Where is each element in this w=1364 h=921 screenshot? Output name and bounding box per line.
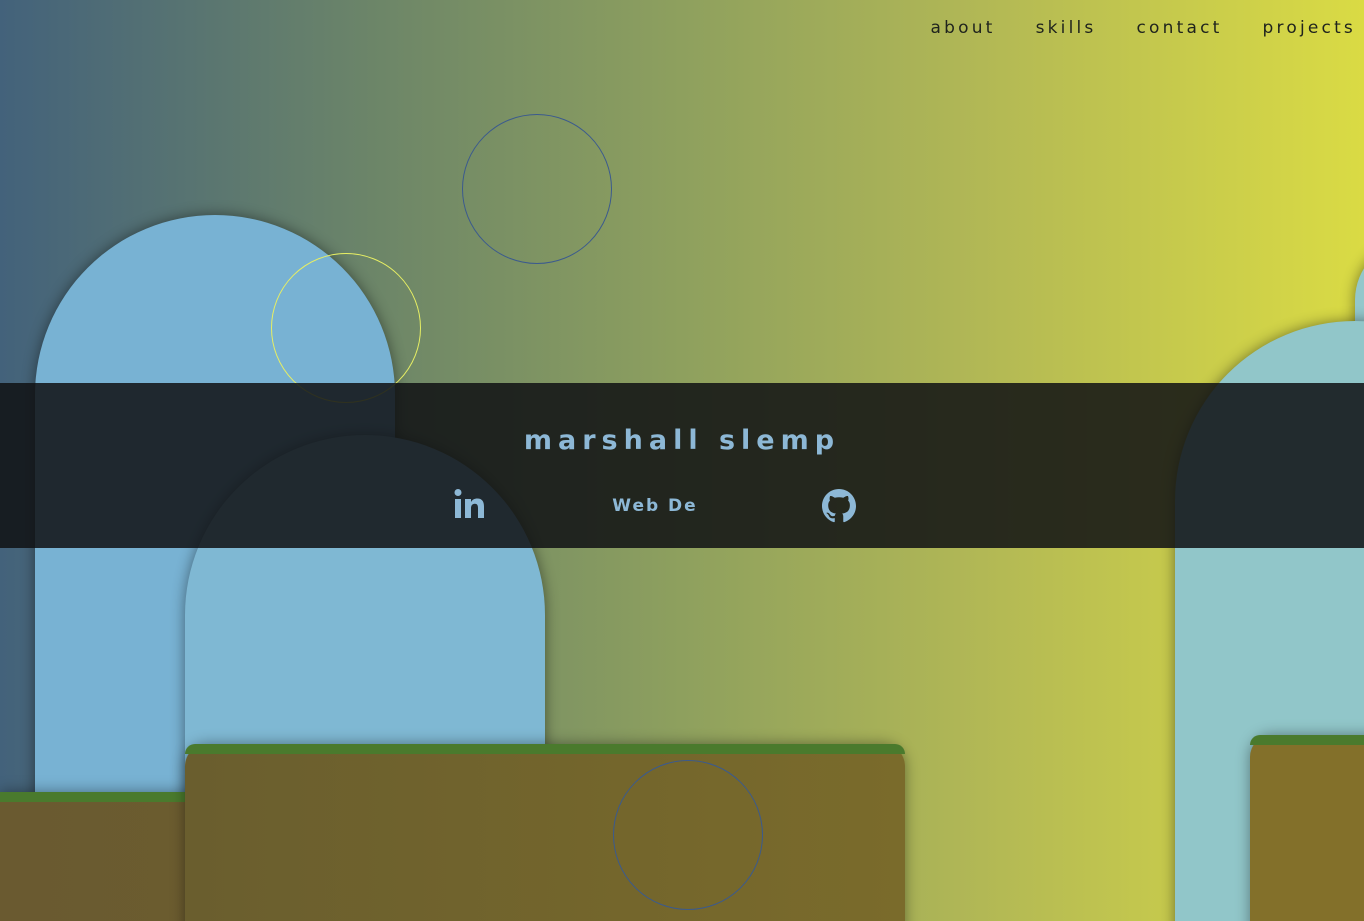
nav-contact[interactable]: contact [1137,14,1223,42]
linkedin-icon [454,489,484,518]
main-nav: about skills contact projects [891,14,1357,42]
linkedin-link[interactable] [452,487,486,521]
hero-banner: marshall slemp Web De [0,383,1364,548]
github-link[interactable] [822,489,856,523]
decorative-circle-top [462,114,612,264]
site-title: marshall slemp [523,425,841,456]
ground-block-middle [185,744,905,921]
ground-block-right [1250,735,1364,921]
decorative-circle-bottom [613,760,763,910]
nav-projects[interactable]: projects [1263,14,1356,42]
hero-subtitle: Web De [612,496,698,516]
page-background: about skills contact projects marshall s… [0,0,1364,921]
decorative-circle-yellow [271,253,421,403]
nav-skills[interactable]: skills [1036,14,1097,42]
nav-about[interactable]: about [931,14,996,42]
ground-block-left [0,792,200,921]
github-icon [822,489,856,523]
